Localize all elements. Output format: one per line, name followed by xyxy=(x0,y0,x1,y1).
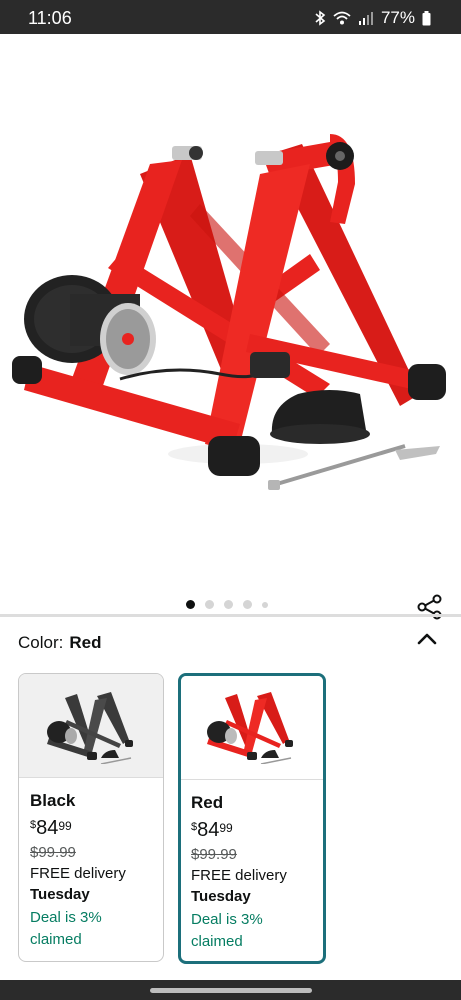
option-thumbnail xyxy=(19,674,163,778)
option-price: $8499 xyxy=(30,817,72,840)
delivery-day: Tuesday xyxy=(191,888,251,905)
section-divider xyxy=(0,614,461,617)
color-option-red[interactable]: Red $8499 $99.99 FREE delivery Tuesday D… xyxy=(178,673,326,964)
product-gallery[interactable] xyxy=(0,34,461,620)
deal-badge: Deal is 3% claimed xyxy=(30,909,102,948)
price-whole: 84 xyxy=(197,819,220,841)
option-price: $8499 xyxy=(191,819,233,842)
product-image[interactable] xyxy=(0,94,461,514)
carousel-dots[interactable] xyxy=(186,600,268,609)
price-cents: 99 xyxy=(219,821,233,835)
product-thumbnail-black xyxy=(47,692,133,764)
status-icons: 77% xyxy=(314,8,431,28)
currency-symbol: $ xyxy=(30,819,37,831)
carousel-dot[interactable] xyxy=(262,601,268,608)
color-label: Color: Red xyxy=(18,633,101,653)
battery-icon xyxy=(422,10,431,25)
status-time: 11:06 xyxy=(28,8,72,28)
carousel-dot[interactable] xyxy=(205,600,214,609)
delivery-day: Tuesday xyxy=(30,886,90,903)
home-gesture-handle[interactable] xyxy=(150,988,312,993)
delivery-text: FREE delivery xyxy=(30,865,126,882)
price-cents: 99 xyxy=(58,819,72,833)
list-price: $99.99 xyxy=(191,846,237,863)
bluetooth-icon xyxy=(315,10,326,26)
deal-badge: Deal is 3% claimed xyxy=(191,911,263,950)
color-label-text: Color: xyxy=(18,633,64,652)
battery-percent: 77% xyxy=(380,8,415,27)
list-price: $99.99 xyxy=(30,844,76,861)
chevron-up-icon[interactable] xyxy=(414,628,440,650)
currency-symbol: $ xyxy=(191,821,198,833)
signal-icon xyxy=(358,12,373,25)
wifi-icon xyxy=(333,11,351,25)
color-option-black[interactable]: Black $8499 $99.99 FREE delivery Tuesday… xyxy=(18,673,164,962)
product-thumbnail-red xyxy=(207,692,293,764)
delivery-text: FREE delivery xyxy=(191,867,287,884)
price-whole: 84 xyxy=(36,817,59,839)
carousel-dot[interactable] xyxy=(243,600,252,609)
carousel-dot[interactable] xyxy=(186,600,195,609)
option-name: Black xyxy=(30,791,76,810)
option-name: Red xyxy=(191,793,224,812)
option-thumbnail xyxy=(181,676,323,780)
carousel-dot[interactable] xyxy=(224,600,233,609)
selected-color: Red xyxy=(69,633,102,652)
status-bar: 11:06 77% xyxy=(0,0,461,34)
